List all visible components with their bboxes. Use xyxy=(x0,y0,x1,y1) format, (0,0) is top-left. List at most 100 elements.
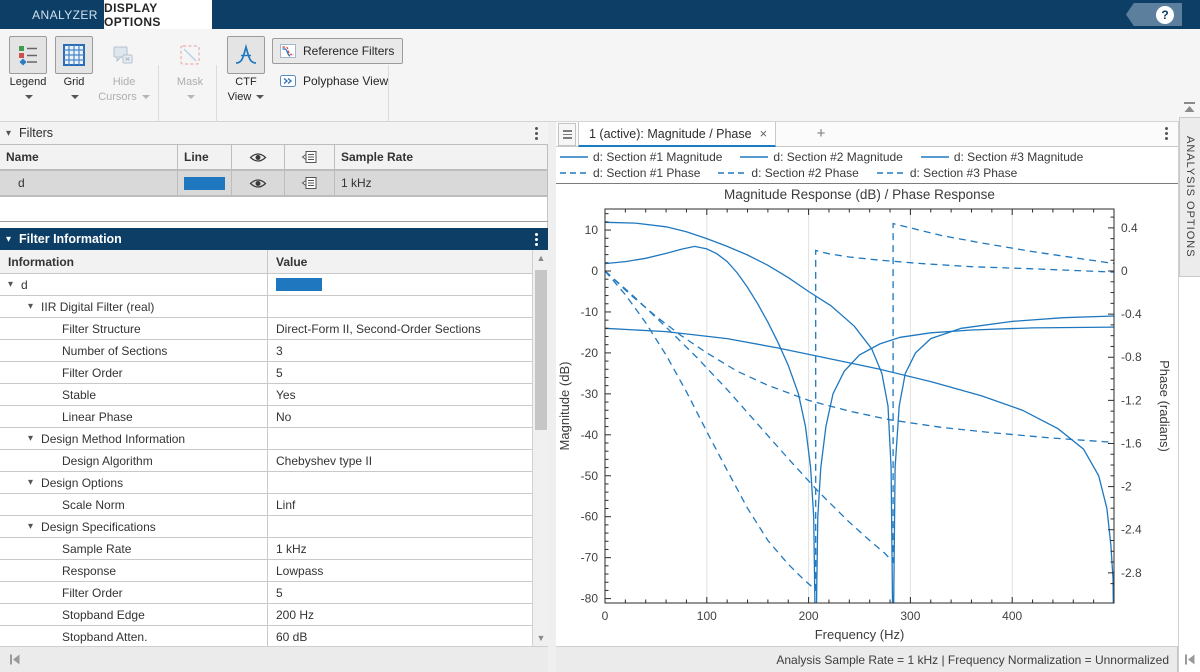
new-tab-button[interactable]: + xyxy=(811,125,831,145)
info-label-cell: Sample Rate xyxy=(0,538,268,559)
chart-svg: 0100200300400100-10-20-30-40-50-60-70-80… xyxy=(556,184,1178,646)
chart-series xyxy=(605,224,1114,562)
chart-series xyxy=(605,328,1114,646)
info-row[interactable]: ▾Design Options xyxy=(0,472,532,494)
dropdown-arrow-icon xyxy=(142,95,150,99)
scroll-up-icon[interactable]: ▲ xyxy=(533,250,549,266)
collapse-chevron-icon[interactable]: ▾ xyxy=(6,128,11,139)
hide-cursors-button[interactable]: Hide Cursors xyxy=(96,36,152,104)
hide-cursors-icon xyxy=(111,43,137,67)
info-line-swatch[interactable] xyxy=(276,278,322,291)
status-bar: Analysis Sample Rate = 1 kHz | Frequency… xyxy=(556,646,1178,672)
info-label-cell: ▾IIR Digital Filter (real) xyxy=(0,296,268,317)
tree-expand-icon[interactable]: ▾ xyxy=(28,301,33,312)
polyphase-view-button[interactable]: Polyphase View xyxy=(272,68,397,94)
analysis-options-tab[interactable]: ANALYSIS OPTIONS xyxy=(1179,117,1200,277)
filter-line-cell[interactable] xyxy=(178,171,232,195)
tab-analyzer[interactable]: ANALYZER xyxy=(18,0,112,29)
filter-line-swatch[interactable] xyxy=(184,177,225,190)
svg-text:-20: -20 xyxy=(581,346,599,360)
filters-table-header: NameLineSample Rate xyxy=(0,144,548,170)
minimize-strip-icon[interactable] xyxy=(1183,102,1196,116)
collapse-status-icon[interactable] xyxy=(1183,653,1196,669)
svg-text:-50: -50 xyxy=(581,469,599,483)
filter-row[interactable]: d 1 kHz xyxy=(0,170,548,196)
collapse-panel-icon[interactable] xyxy=(8,653,21,666)
filters-header-cell: Sample Rate xyxy=(335,145,548,169)
info-row[interactable]: Linear PhaseNo xyxy=(0,406,532,428)
info-row[interactable]: ▾Design Method Information xyxy=(0,428,532,450)
filter-info-note-icon[interactable] xyxy=(301,150,318,164)
info-row[interactable]: ▾d xyxy=(0,274,532,296)
filter-info-note-icon[interactable] xyxy=(301,176,318,190)
scroll-down-icon[interactable]: ▼ xyxy=(533,630,549,646)
info-row[interactable]: StableYes xyxy=(0,384,532,406)
svg-text:0.4: 0.4 xyxy=(1121,221,1138,235)
help-button[interactable]: ? xyxy=(1126,3,1182,26)
svg-text:10: 10 xyxy=(585,223,599,237)
ctf-view-icon xyxy=(233,42,259,68)
svg-text:-0.4: -0.4 xyxy=(1121,307,1142,321)
filter-samplerate-cell: 1 kHz xyxy=(335,171,548,195)
svg-text:-2.4: -2.4 xyxy=(1121,523,1142,537)
tree-expand-icon[interactable]: ▾ xyxy=(28,433,33,444)
tree-expand-icon[interactable]: ▾ xyxy=(8,279,13,290)
svg-text:300: 300 xyxy=(900,609,920,623)
mask-button[interactable]: Mask xyxy=(166,36,214,104)
legend-item: d: Section #3 Phase xyxy=(877,166,1017,180)
filter-info-cell[interactable] xyxy=(285,171,335,195)
collapse-chevron-icon[interactable]: ▾ xyxy=(6,234,11,245)
info-row[interactable]: Stopband Atten.60 dB xyxy=(0,626,532,648)
plot-tab-active[interactable]: 1 (active): Magnitude / Phase × xyxy=(578,122,776,147)
tab-display-options[interactable]: DISPLAY OPTIONS xyxy=(104,0,212,29)
legend-line-swatch xyxy=(877,170,905,176)
tree-expand-icon[interactable]: ▾ xyxy=(28,521,33,532)
visibility-eye-icon[interactable] xyxy=(249,152,267,163)
info-row[interactable]: Filter Order5 xyxy=(0,362,532,384)
filters-section-header[interactable]: ▾ Filters xyxy=(0,122,548,144)
grid-button[interactable]: Grid xyxy=(52,36,96,104)
y-axis-left-label: Magnitude (dB) xyxy=(557,362,572,451)
info-row[interactable]: Number of Sections3 xyxy=(0,340,532,362)
info-row[interactable]: ResponseLowpass xyxy=(0,560,532,582)
filters-menu-kebab-icon[interactable] xyxy=(529,125,544,142)
info-value-cell: No xyxy=(268,406,532,427)
reference-filters-button[interactable]: Reference Filters xyxy=(272,38,403,64)
info-row[interactable]: Stopband Edge200 Hz xyxy=(0,604,532,626)
x-axis-label: Frequency (Hz) xyxy=(815,627,905,642)
info-value-cell: 1 kHz xyxy=(268,538,532,559)
info-label-cell: ▾Design Method Information xyxy=(0,428,268,449)
info-label-cell: ▾d xyxy=(0,274,268,295)
info-table-scrollbar[interactable]: ▲ ▼ xyxy=(532,250,548,646)
filter-information-menu-kebab-icon[interactable] xyxy=(529,231,544,248)
info-row[interactable]: Filter Order5 xyxy=(0,582,532,604)
scrollbar-thumb[interactable] xyxy=(535,270,547,430)
dropdown-arrow-icon xyxy=(256,95,264,99)
info-row[interactable]: Scale NormLinf xyxy=(0,494,532,516)
filter-name-cell: d xyxy=(0,171,178,195)
tree-expand-icon[interactable]: ▾ xyxy=(28,477,33,488)
analysis-options-label: ANALYSIS OPTIONS xyxy=(1184,136,1196,258)
right-side-strip: ANALYSIS OPTIONS xyxy=(1178,122,1200,672)
info-row[interactable]: ▾Design Specifications xyxy=(0,516,532,538)
filter-information-section-header[interactable]: ▾ Filter Information xyxy=(0,228,548,250)
panel-splitter[interactable] xyxy=(548,122,556,672)
info-row[interactable]: Filter StructureDirect-Form II, Second-O… xyxy=(0,318,532,340)
chart-canvas[interactable]: 0100200300400100-10-20-30-40-50-60-70-80… xyxy=(556,184,1178,646)
close-icon[interactable]: × xyxy=(760,126,768,141)
info-row[interactable]: Design AlgorithmChebyshev type II xyxy=(0,450,532,472)
filters-empty-row xyxy=(0,196,548,222)
legend-button[interactable]: Legend xyxy=(6,36,50,104)
filters-header-cell xyxy=(285,145,335,169)
y-axis-right-label: Phase (radians) xyxy=(1157,360,1172,452)
filter-visibility-cell[interactable] xyxy=(232,171,285,195)
panel-drag-handle-icon[interactable] xyxy=(558,123,576,146)
info-row[interactable]: Sample Rate1 kHz xyxy=(0,538,532,560)
info-row[interactable]: ▾IIR Digital Filter (real) xyxy=(0,296,532,318)
chart-series xyxy=(605,251,1114,591)
ctf-view-button[interactable]: CTF View xyxy=(222,36,270,104)
plot-menu-kebab-icon[interactable] xyxy=(1159,125,1174,142)
info-value-cell: Lowpass xyxy=(268,560,532,581)
info-table-header: InformationValue xyxy=(0,250,532,274)
visibility-eye-icon[interactable] xyxy=(249,178,267,189)
